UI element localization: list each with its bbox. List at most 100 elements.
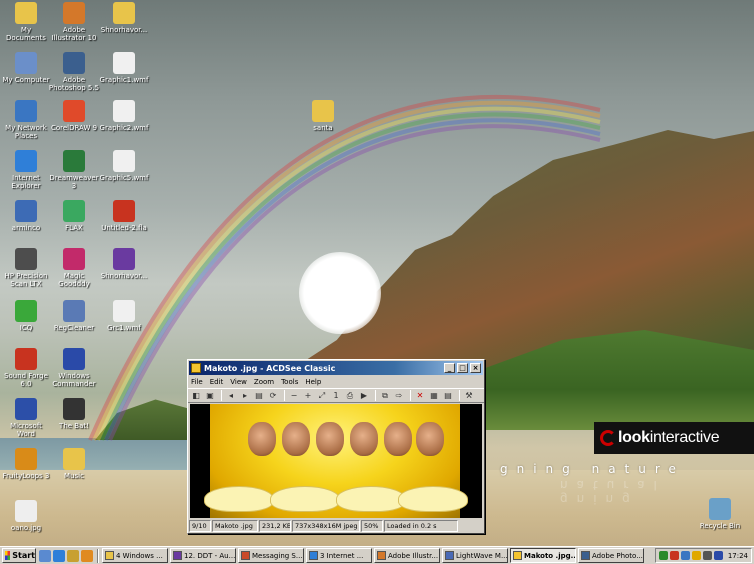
- tray-icon[interactable]: [680, 551, 690, 560]
- prev-icon[interactable]: ◂: [225, 390, 237, 402]
- taskbar-button[interactable]: 4 Windows ...: [102, 548, 168, 563]
- ie-icon[interactable]: [53, 549, 65, 562]
- desktop-icon-my-computer[interactable]: My Computer: [0, 52, 52, 84]
- open-icon[interactable]: ▣: [204, 390, 216, 402]
- desktop-icon-icq[interactable]: ICQ: [0, 300, 52, 332]
- desktop-icon-regcleaner[interactable]: RegCleaner: [48, 300, 100, 332]
- wallpaper-icon[interactable]: ▦: [428, 390, 440, 402]
- desktop-icon-windows-commander[interactable]: Windows Commander: [48, 348, 100, 388]
- desktop-icon-dreamweaver-3[interactable]: Dreamweaver 3: [48, 150, 100, 190]
- desktop-icon-my-network-places[interactable]: My Network Places: [0, 100, 52, 140]
- desktop-icon-magic-goodddy[interactable]: Magic Goodddy: [48, 248, 100, 288]
- print-icon[interactable]: ⎙: [344, 390, 356, 402]
- task-label: Messaging S...: [252, 551, 303, 560]
- desktop-icon-grc1-wmf[interactable]: Grc1.wmf: [98, 300, 150, 332]
- task-app-icon: [513, 551, 522, 560]
- taskbar-button[interactable]: Adobe Illustr...: [374, 548, 440, 563]
- tray-icon[interactable]: [702, 551, 712, 560]
- menu-file[interactable]: File: [191, 378, 203, 386]
- desktop-icon-shnorhavor[interactable]: Shnorhavor...: [98, 248, 150, 280]
- task-app-icon: [241, 551, 250, 560]
- close-button[interactable]: ×: [470, 363, 481, 373]
- zoom-in-icon[interactable]: +: [302, 390, 314, 402]
- taskbar-button[interactable]: Makoto .jpg...: [510, 548, 576, 563]
- taskbar-button[interactable]: 12. DDT - Au...: [170, 548, 236, 563]
- fla-file-icon: [113, 200, 135, 222]
- start-button[interactable]: Start: [2, 548, 36, 563]
- next-icon[interactable]: ▸: [239, 390, 251, 402]
- sound-forge-icon: [15, 348, 37, 370]
- properties-icon[interactable]: ▤: [442, 390, 454, 402]
- delete-icon[interactable]: ✕: [414, 390, 426, 402]
- desktop-icon-sound-forge-6-0[interactable]: Sound Forge 6.0: [0, 348, 52, 388]
- menu-edit[interactable]: Edit: [210, 378, 224, 386]
- taskbar-button[interactable]: Adobe Photo...: [578, 548, 644, 563]
- desktop-icon-graphic1-wmf[interactable]: Graphic1.wmf: [98, 52, 150, 84]
- face: [282, 422, 310, 456]
- zoom-fit-icon[interactable]: ⤢: [316, 390, 328, 402]
- taskbar-button[interactable]: LightWave M...: [442, 548, 508, 563]
- scanner-icon: [15, 248, 37, 270]
- acdsee-toolbar: ◧ ▣ ◂ ▸ ▤ ⟳ − + ⤢ 1 ⎙ ▶ ⧉ ⇨ ✕ ▦ ▤ ⚒: [188, 388, 484, 403]
- app-icon: [15, 200, 37, 222]
- desktop-icon[interactable]: [39, 549, 51, 562]
- desktop-icon-my-documents[interactable]: My Documents: [0, 2, 52, 42]
- slideshow-icon[interactable]: ▶: [358, 390, 370, 402]
- desktop-icon-microsoft-word[interactable]: Microsoft Word: [0, 398, 52, 438]
- acdsee-icon[interactable]: ⚒: [463, 390, 475, 402]
- task-app-icon: [445, 551, 454, 560]
- image-viewer[interactable]: [190, 404, 482, 518]
- desktop-icon-internet-explorer[interactable]: Internet Explorer: [0, 150, 52, 190]
- desktop-icon-adobe-photoshop-5-5[interactable]: Adobe Photoshop 5.5: [48, 52, 100, 92]
- menu-zoom[interactable]: Zoom: [254, 378, 274, 386]
- taskbar-button[interactable]: 3 Internet ...: [306, 548, 372, 563]
- acdsee-titlebar[interactable]: Makoto .jpg - ACDSee Classic _ □ ×: [189, 361, 483, 375]
- desktop-icon-fruityloops-3[interactable]: FruityLoops 3: [0, 448, 52, 480]
- desktop-icon-flax[interactable]: FLAX: [48, 200, 100, 232]
- desktop-icon-label: Magic Goodddy: [58, 272, 90, 288]
- zoom-actual-icon[interactable]: 1: [330, 390, 342, 402]
- tray-icon[interactable]: [669, 551, 679, 560]
- desktop-icon-the-bat[interactable]: The Bat!: [48, 398, 100, 430]
- maximize-button[interactable]: □: [457, 363, 468, 373]
- taskbar-button[interactable]: Messaging S...: [238, 548, 304, 563]
- media-icon[interactable]: [81, 549, 93, 562]
- clock[interactable]: 17:24: [728, 552, 748, 560]
- brand-logo: lookinteractive: [594, 422, 754, 454]
- desktop-icon-arminco[interactable]: arminco: [0, 200, 52, 232]
- move-icon[interactable]: ⇨: [393, 390, 405, 402]
- desktop-icon-santa[interactable]: santa: [297, 100, 349, 132]
- desktop-icon-oano-jpg[interactable]: oano.jpg: [0, 500, 52, 532]
- desktop-icon-label: Graphic1.wmf: [99, 76, 149, 84]
- task-app-icon: [377, 551, 386, 560]
- minimize-button[interactable]: _: [444, 363, 455, 373]
- desktop-icon-shnorhavor[interactable]: Shnorhavor...: [98, 2, 150, 34]
- desktop-icon-label: Shnorhavor...: [100, 26, 148, 34]
- desktop-icon-graphic5-wmf[interactable]: Graphic5.wmf: [98, 150, 150, 182]
- menu-view[interactable]: View: [230, 378, 247, 386]
- browse-icon[interactable]: ◧: [190, 390, 202, 402]
- wallpaper-tagline: gning nature: [500, 462, 685, 476]
- fit-icon[interactable]: ▤: [253, 390, 265, 402]
- tray-icon[interactable]: [658, 551, 668, 560]
- menu-tools[interactable]: Tools: [281, 378, 298, 386]
- banana-shape: [270, 486, 340, 512]
- desktop-icon-untitled-2-fla[interactable]: Untitled-2.fla: [98, 200, 150, 232]
- desktop-icon-label: Sound Forge 6.0: [4, 372, 48, 388]
- desktop-icon-adobe-illustrator-10[interactable]: Adobe Illustrator 10: [48, 2, 100, 42]
- acdsee-window[interactable]: Makoto .jpg - ACDSee Classic _ □ × File …: [187, 359, 485, 534]
- status-dimensions: 737x348x16M jpeg: [292, 520, 360, 532]
- desktop-icon-hp-precision-scan-ltx[interactable]: HP Precision Scan LTX: [0, 248, 52, 288]
- task-app-icon: [581, 551, 590, 560]
- face: [248, 422, 276, 456]
- menu-help[interactable]: Help: [305, 378, 321, 386]
- desktop-icon-coreldraw-9[interactable]: CorelDRAW 9: [48, 100, 100, 132]
- desktop-icon-graphic2-wmf[interactable]: Graphic2.wmf: [98, 100, 150, 132]
- tray-icon[interactable]: [691, 551, 701, 560]
- copy-icon[interactable]: ⧉: [379, 390, 391, 402]
- zoom-out-icon[interactable]: −: [288, 390, 300, 402]
- desktop-icon-music[interactable]: Music: [48, 448, 100, 480]
- outlook-icon[interactable]: [67, 549, 79, 562]
- refresh-icon[interactable]: ⟳: [267, 390, 279, 402]
- tray-icon[interactable]: [713, 551, 723, 560]
